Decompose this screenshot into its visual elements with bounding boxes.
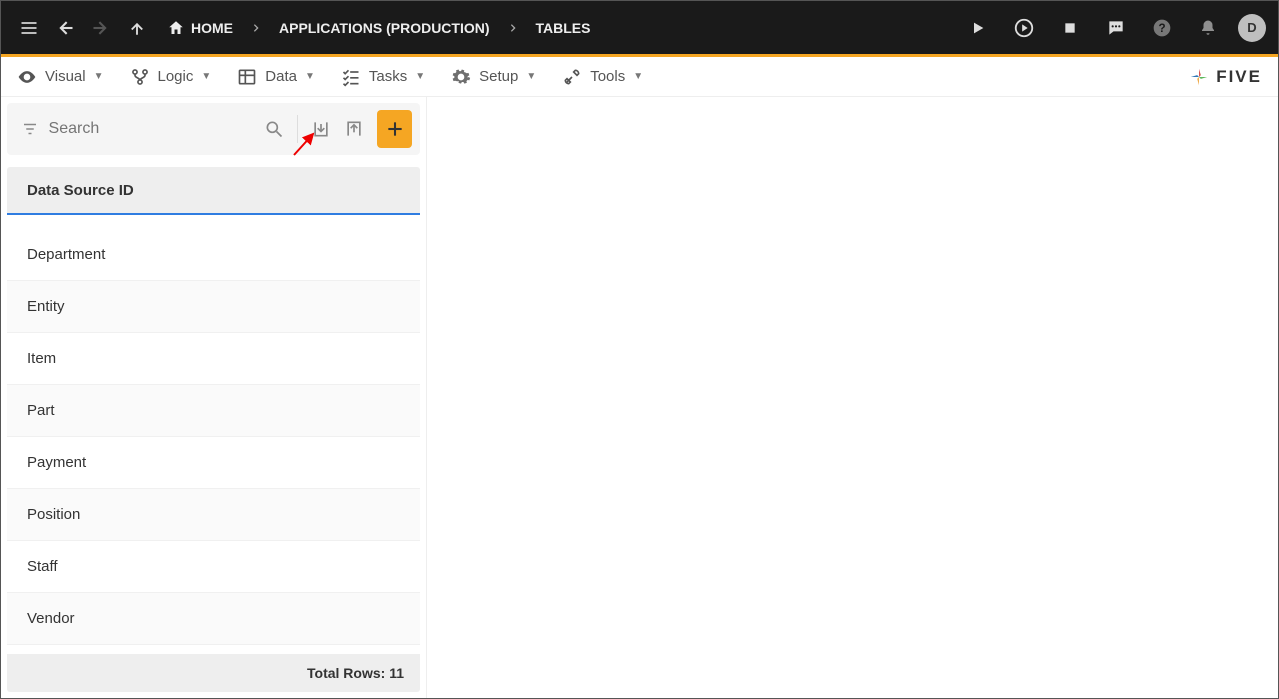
separator [297, 115, 298, 143]
search-input[interactable] [49, 120, 256, 138]
table-row-label: Staff [27, 558, 58, 575]
table-row-label: Payment [27, 454, 86, 471]
table-row-label: Part [27, 402, 55, 419]
footer-label: Total Rows: [307, 665, 385, 681]
menu-visual[interactable]: Visual ▼ [17, 67, 104, 87]
table-row-label: Item [27, 350, 56, 367]
hamburger-menu-icon[interactable] [13, 12, 45, 44]
gear-icon [451, 67, 471, 87]
menu-tasks[interactable]: Tasks ▼ [341, 67, 425, 87]
menu-label: Data [265, 68, 297, 85]
topbar: HOME APPLICATIONS (PRODUCTION) TABLES [1, 1, 1278, 54]
menu-label: Tasks [369, 68, 407, 85]
breadcrumb-separator-icon [247, 23, 265, 33]
search-row [7, 103, 420, 155]
table-row[interactable]: Department [7, 229, 420, 281]
chevron-down-icon: ▼ [305, 71, 315, 82]
menu-label: Tools [590, 68, 625, 85]
breadcrumb-home[interactable]: HOME [157, 19, 243, 37]
breadcrumb-applications[interactable]: APPLICATIONS (PRODUCTION) [269, 20, 500, 36]
help-icon[interactable]: ? [1146, 12, 1178, 44]
chevron-down-icon: ▼ [201, 71, 211, 82]
breadcrumb-label: HOME [191, 20, 233, 36]
eye-icon [17, 67, 37, 87]
brand-mark-icon [1188, 66, 1210, 88]
main-content [427, 97, 1278, 698]
chevron-down-icon: ▼ [415, 71, 425, 82]
add-button[interactable] [377, 110, 412, 148]
brand-text: FIVE [1216, 67, 1262, 87]
stop-icon[interactable] [1054, 12, 1086, 44]
table-row[interactable]: Staff [7, 541, 420, 593]
nav-forward-icon [85, 12, 117, 44]
menu-tools[interactable]: Tools ▼ [562, 67, 643, 87]
table-row-label: Entity [27, 298, 65, 315]
table-row[interactable]: Item [7, 333, 420, 385]
chevron-down-icon: ▼ [94, 71, 104, 82]
table-icon [237, 67, 257, 87]
menu-data[interactable]: Data ▼ [237, 67, 315, 87]
avatar[interactable]: D [1238, 14, 1266, 42]
table-row-label: Vendor [27, 610, 75, 627]
nav-up-icon[interactable] [121, 12, 153, 44]
table-row[interactable]: Position [7, 489, 420, 541]
footer-count: 11 [389, 665, 404, 681]
breadcrumb-label: TABLES [536, 20, 591, 36]
debug-run-icon[interactable] [1008, 12, 1040, 44]
wrench-icon [562, 67, 582, 87]
chevron-down-icon: ▼ [633, 71, 643, 82]
notifications-icon[interactable] [1192, 12, 1224, 44]
chat-icon[interactable] [1100, 12, 1132, 44]
menu-label: Logic [158, 68, 194, 85]
breadcrumb-tables[interactable]: TABLES [526, 20, 601, 36]
filter-icon[interactable] [15, 113, 45, 145]
svg-text:?: ? [1158, 22, 1165, 35]
list-footer: Total Rows: 11 [7, 654, 420, 692]
checklist-icon [341, 67, 361, 87]
left-panel: Data Source ID Department Entity Item Part P… [1, 97, 427, 698]
import-icon[interactable] [306, 113, 336, 145]
brand-logo: FIVE [1188, 66, 1262, 88]
run-play-icon[interactable] [962, 12, 994, 44]
table-row[interactable]: Payment [7, 437, 420, 489]
table-list[interactable]: Department Entity Item Part Payment Position S… [7, 215, 420, 654]
menu-logic[interactable]: Logic ▼ [130, 67, 212, 87]
search-icon[interactable] [260, 113, 290, 145]
table-row[interactable]: Entity [7, 281, 420, 333]
menu-label: Setup [479, 68, 518, 85]
table-row[interactable]: Vendor [7, 593, 420, 645]
breadcrumb-label: APPLICATIONS (PRODUCTION) [279, 20, 490, 36]
home-icon [167, 19, 185, 37]
menubar: Visual ▼ Logic ▼ Data ▼ Tasks ▼ Setup ▼ Tools… [1, 57, 1278, 97]
menu-setup[interactable]: Setup ▼ [451, 67, 536, 87]
nav-back-icon[interactable] [49, 12, 81, 44]
avatar-initial: D [1247, 20, 1256, 35]
breadcrumb-separator-icon [504, 23, 522, 33]
table-row-label: Position [27, 506, 80, 523]
branch-icon [130, 67, 150, 87]
table-row[interactable]: Part [7, 385, 420, 437]
chevron-down-icon: ▼ [526, 71, 536, 82]
column-header[interactable]: Data Source ID [7, 167, 420, 215]
export-icon[interactable] [339, 113, 369, 145]
menu-label: Visual [45, 68, 86, 85]
table-row-label: Department [27, 246, 105, 263]
plus-icon [385, 119, 405, 139]
column-header-label: Data Source ID [27, 182, 134, 199]
